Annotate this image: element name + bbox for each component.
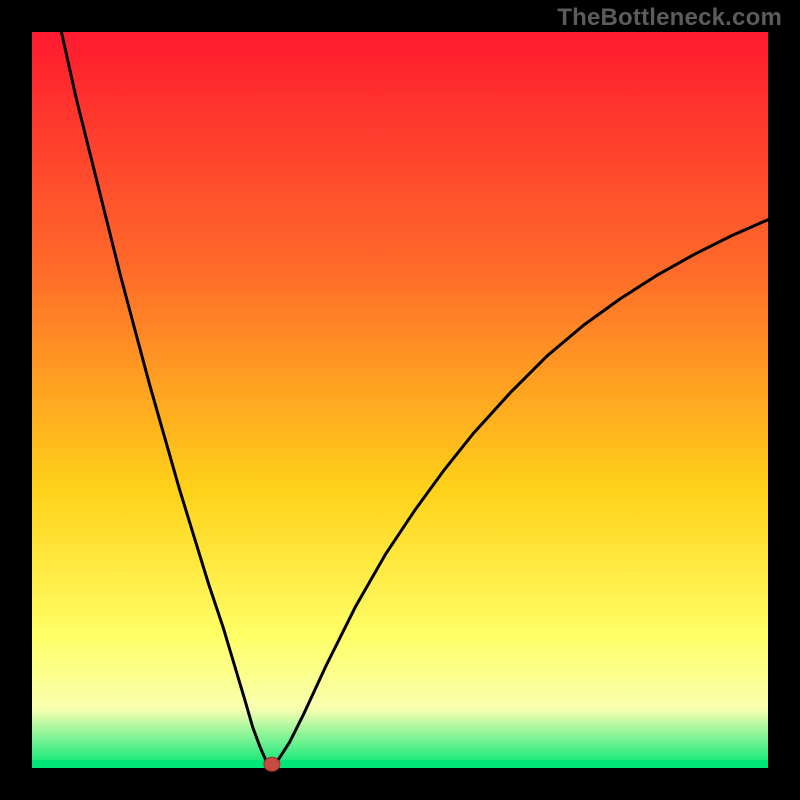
watermark-text: TheBottleneck.com — [557, 4, 782, 32]
bottleneck-chart — [0, 0, 800, 800]
plot-background — [32, 32, 768, 768]
green-baseline — [32, 760, 768, 768]
chart-frame: TheBottleneck.com — [0, 0, 800, 800]
optimum-marker — [264, 757, 280, 771]
